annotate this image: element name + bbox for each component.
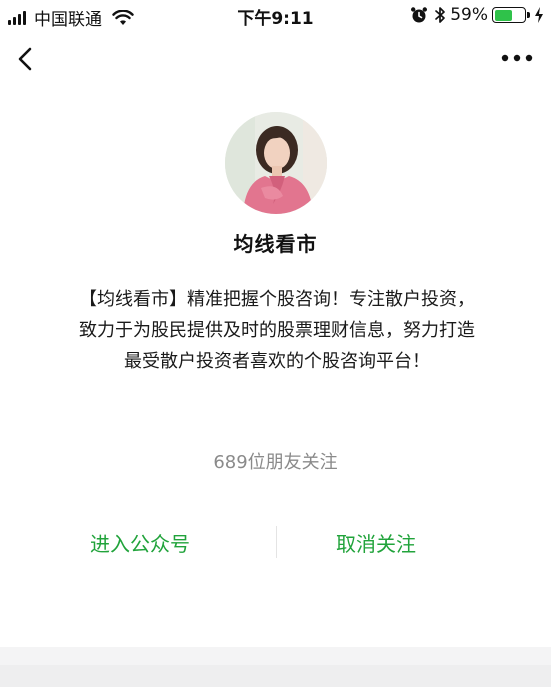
enter-account-button[interactable]: 进入公众号 [90, 528, 190, 557]
charging-icon [535, 7, 543, 23]
battery-percent: 59% [450, 5, 488, 25]
profile-card: 均线看市 【均线看市】精准把握个股咨询！专注散户投资，致力于为股民提供及时的股票… [0, 92, 551, 647]
alarm-icon [411, 7, 428, 23]
battery-level [494, 9, 512, 21]
chevron-left-icon[interactable] [10, 42, 44, 76]
nav-bar [0, 30, 551, 92]
action-row: 进入公众号 取消关注 [0, 522, 551, 562]
bluetooth-icon [435, 7, 446, 23]
official-account-profile-page: 中国联通 下午9:11 59% 均线看市 【均线看市】精准把握个股咨询！专注散户… [0, 0, 551, 687]
battery-icon [492, 7, 530, 23]
status-right: 59% [410, 5, 545, 25]
status-bar: 中国联通 下午9:11 59% [0, 0, 551, 30]
account-name: 均线看市 [233, 232, 318, 256]
follower-count: 689位朋友关注 [213, 452, 338, 473]
avatar-image [225, 112, 327, 214]
bottom-section-divider [0, 647, 551, 687]
account-intro: 【均线看市】精准把握个股咨询！专注散户投资，致力于为股民提供及时的股票理财信息，… [79, 289, 475, 372]
unfollow-button[interactable]: 取消关注 [336, 528, 416, 557]
more-dots-icon[interactable] [497, 48, 537, 68]
action-divider [276, 526, 277, 558]
avatar [225, 112, 327, 214]
